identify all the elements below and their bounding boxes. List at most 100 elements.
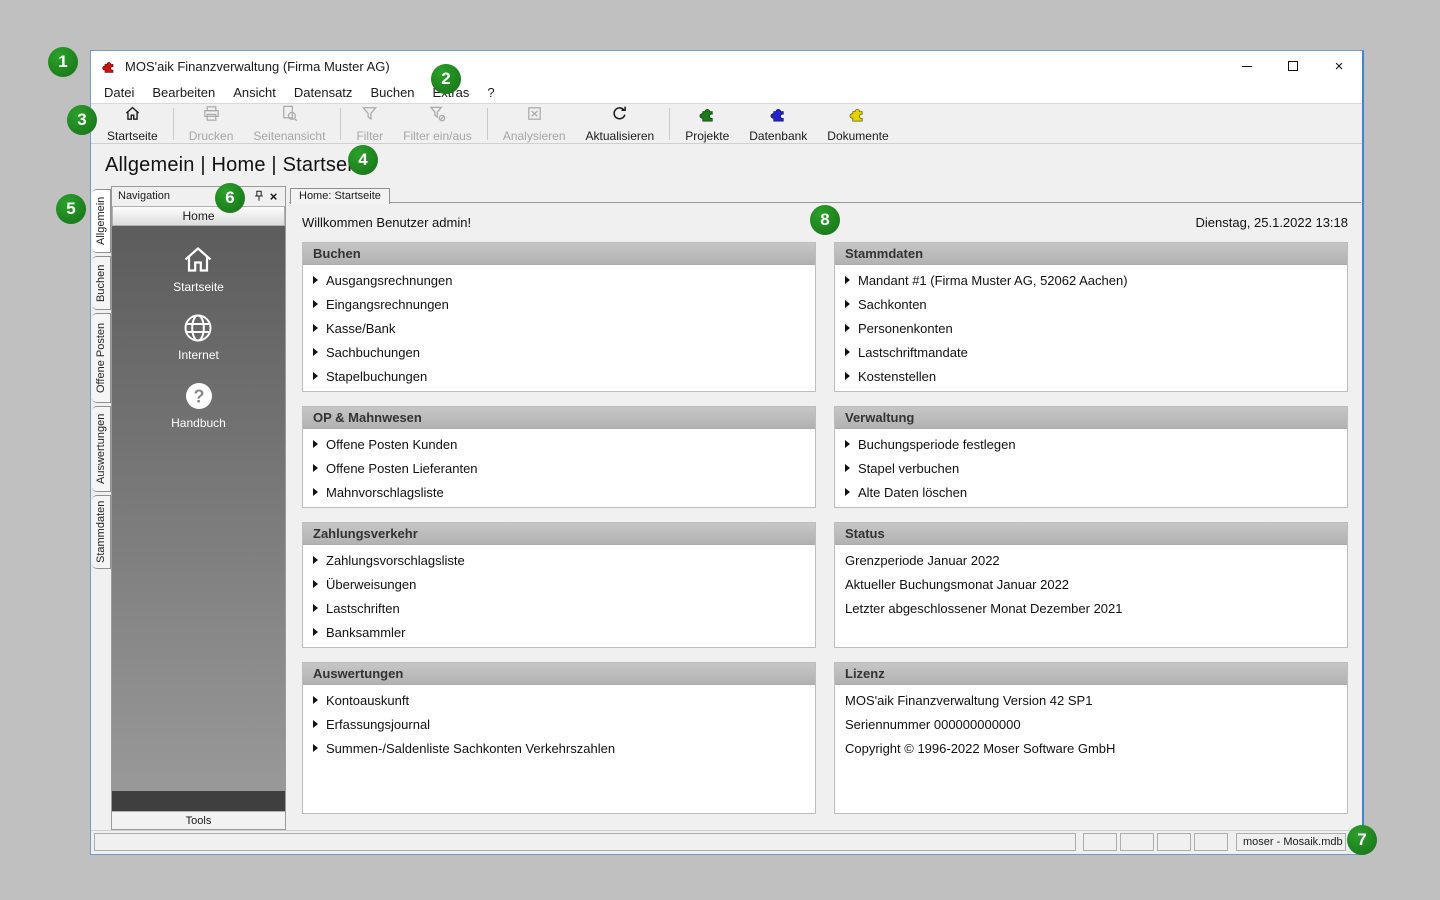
arrow-icon — [313, 488, 318, 496]
link-zahlungsvorschlagsliste[interactable]: Zahlungsvorschlagsliste — [303, 548, 815, 572]
nav-item-internet[interactable]: Internet — [178, 311, 219, 362]
menu-ansicht[interactable]: Ansicht — [224, 85, 285, 100]
link-mandant[interactable]: Mandant #1 (Firma Muster AG, 52062 Aache… — [835, 268, 1347, 292]
link-summen-saldenliste[interactable]: Summen-/Saldenliste Sachkonten Verkehrsz… — [303, 736, 815, 760]
breadcrumb: Allgemein | Home | Startseite — [105, 154, 369, 177]
arrow-icon — [313, 604, 318, 612]
puzzle-icon-yellow — [848, 104, 867, 128]
printer-icon — [202, 104, 221, 128]
lizenz-version: MOS'aik Finanzverwaltung Version 42 SP1 — [835, 688, 1347, 712]
annotation-marker-6: 6 — [215, 183, 245, 213]
projekte-button[interactable]: Projekte — [675, 105, 739, 143]
navigation-close-button[interactable]: × — [266, 189, 281, 204]
tab-auswertungen[interactable]: Auswertungen — [92, 406, 111, 492]
statusbar-message-cell — [94, 833, 1076, 851]
tab-buchen[interactable]: Buchen — [92, 256, 111, 310]
link-eingangsrechnungen[interactable]: Eingangsrechnungen — [303, 292, 815, 316]
menu-help[interactable]: ? — [478, 85, 503, 100]
minimize-button[interactable] — [1224, 51, 1270, 81]
nav-item-handbuch[interactable]: ? Handbuch — [171, 379, 226, 430]
link-banksammler[interactable]: Banksammler — [303, 620, 815, 644]
link-kostenstellen[interactable]: Kostenstellen — [835, 364, 1347, 388]
arrow-icon — [313, 696, 318, 704]
link-erfassungsjournal[interactable]: Erfassungsjournal — [303, 712, 815, 736]
dokumente-button[interactable]: Dokumente — [817, 105, 898, 143]
statusbar-cell — [1157, 833, 1191, 851]
section-lizenz: Lizenz MOS'aik Finanzverwaltung Version … — [834, 662, 1348, 814]
link-sachbuchungen[interactable]: Sachbuchungen — [303, 340, 815, 364]
toolbar-separator — [669, 108, 670, 140]
filter-icon — [360, 104, 379, 128]
annotation-marker-3: 3 — [67, 105, 97, 135]
link-offene-posten-kunden[interactable]: Offene Posten Kunden — [303, 432, 815, 456]
annotation-marker-5: 5 — [56, 194, 86, 224]
red-puzzle-icon — [101, 58, 117, 74]
sections-grid: Buchen Ausgangsrechnungen Eingangsrechnu… — [302, 242, 1348, 814]
tab-offene-posten[interactable]: Offene Posten — [92, 313, 111, 403]
link-alte-daten-loeschen[interactable]: Alte Daten löschen — [835, 480, 1347, 504]
link-kasse-bank[interactable]: Kasse/Bank — [303, 316, 815, 340]
status-abgeschlossener-monat: Letzter abgeschlossener Monat Dezember 2… — [835, 596, 1347, 620]
content-inner: Willkommen Benutzer admin! Dienstag, 25.… — [289, 202, 1361, 830]
tab-allgemein[interactable]: Allgemein — [92, 189, 111, 253]
content-tab-home-startseite[interactable]: Home: Startseite — [290, 188, 390, 204]
nav-item-startseite[interactable]: Startseite — [173, 243, 224, 294]
link-ausgangsrechnungen[interactable]: Ausgangsrechnungen — [303, 268, 815, 292]
menu-datensatz[interactable]: Datensatz — [285, 85, 362, 100]
breadcrumb-bar: Allgemein | Home | Startseite — [91, 144, 1362, 186]
menu-buchen[interactable]: Buchen — [361, 85, 423, 100]
link-ueberweisungen[interactable]: Überweisungen — [303, 572, 815, 596]
status-bar: moser - Mosaik.mdb — [91, 830, 1362, 854]
link-lastschriftmandate[interactable]: Lastschriftmandate — [835, 340, 1347, 364]
nav-group-home[interactable]: Home — [112, 206, 285, 226]
section-auswertungen: Auswertungen Kontoauskunft Erfassungsjou… — [302, 662, 816, 814]
link-stapel-verbuchen[interactable]: Stapel verbuchen — [835, 456, 1347, 480]
toolbar: Startseite Drucken Seitenansicht Filter … — [91, 103, 1362, 144]
drucken-button[interactable]: Drucken — [179, 105, 244, 143]
filter-toggle-button[interactable]: Filter ein/aus — [393, 105, 482, 143]
maximize-icon — [1288, 61, 1298, 71]
status-buchungsmonat: Aktueller Buchungsmonat Januar 2022 — [835, 572, 1347, 596]
home-icon — [123, 104, 142, 128]
datenbank-button[interactable]: Datenbank — [739, 105, 817, 143]
link-mahnvorschlagsliste[interactable]: Mahnvorschlagsliste — [303, 480, 815, 504]
section-op-mahnwesen: OP & Mahnwesen Offene Posten Kunden Offe… — [302, 406, 816, 508]
section-zahlungsverkehr: Zahlungsverkehr Zahlungsvorschlagsliste … — [302, 522, 816, 648]
svg-text:?: ? — [193, 387, 204, 407]
tab-stammdaten[interactable]: Stammdaten — [92, 495, 111, 569]
annotation-marker-4: 4 — [348, 145, 378, 175]
arrow-icon — [313, 464, 318, 472]
refresh-icon — [610, 104, 629, 128]
page-preview-icon — [280, 104, 299, 128]
nav-tools-button[interactable]: Tools — [112, 811, 285, 829]
seitenansicht-button[interactable]: Seitenansicht — [243, 105, 335, 143]
arrow-icon — [313, 276, 318, 284]
arrow-icon — [313, 372, 318, 380]
arrow-icon — [313, 628, 318, 636]
filter-button[interactable]: Filter — [346, 105, 393, 143]
arrow-icon — [845, 324, 850, 332]
link-kontoauskunft[interactable]: Kontoauskunft — [303, 688, 815, 712]
link-stapelbuchungen[interactable]: Stapelbuchungen — [303, 364, 815, 388]
section-stammdaten: Stammdaten Mandant #1 (Firma Muster AG, … — [834, 242, 1348, 392]
close-button[interactable]: × — [1316, 51, 1362, 81]
analysieren-button[interactable]: Analysieren — [493, 105, 576, 143]
startseite-button[interactable]: Startseite — [97, 105, 168, 143]
link-personenkonten[interactable]: Personenkonten — [835, 316, 1347, 340]
link-lastschriften[interactable]: Lastschriften — [303, 596, 815, 620]
menu-bearbeiten[interactable]: Bearbeiten — [143, 85, 224, 100]
toolbar-separator — [173, 108, 174, 140]
aktualisieren-button[interactable]: Aktualisieren — [576, 105, 665, 143]
link-offene-posten-lieferanten[interactable]: Offene Posten Lieferanten — [303, 456, 815, 480]
maximize-button[interactable] — [1270, 51, 1316, 81]
toolbar-separator — [340, 108, 341, 140]
section-status: Status Grenzperiode Januar 2022 Aktuelle… — [834, 522, 1348, 648]
section-title: Status — [835, 523, 1347, 545]
arrow-icon — [845, 348, 850, 356]
close-icon: × — [1335, 59, 1344, 74]
link-sachkonten[interactable]: Sachkonten — [835, 292, 1347, 316]
pin-button[interactable] — [251, 189, 266, 204]
section-title: Buchen — [303, 243, 815, 265]
link-buchungsperiode-festlegen[interactable]: Buchungsperiode festlegen — [835, 432, 1347, 456]
menu-datei[interactable]: Datei — [95, 85, 143, 100]
